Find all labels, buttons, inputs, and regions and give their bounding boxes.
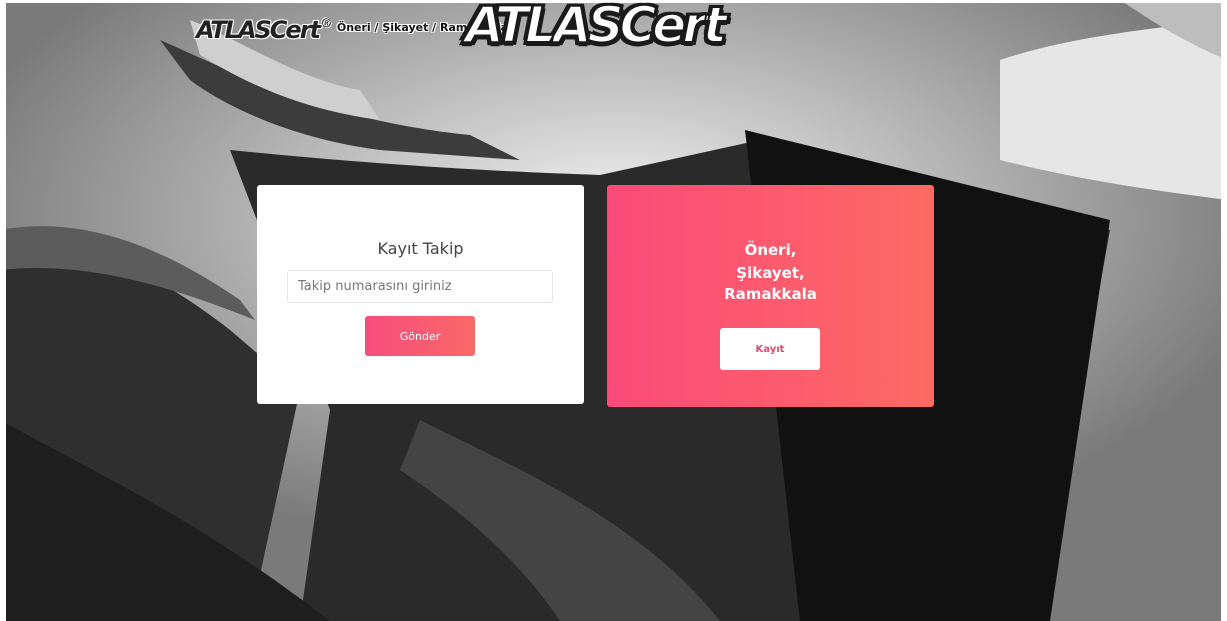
register-card-line-2: Şikayet, (736, 264, 805, 282)
registered-mark: ® (322, 16, 331, 30)
page: ATLASCert ® Öneri / Şikayet / Ramakkala … (0, 0, 1227, 621)
atlascert-logo[interactable]: ATLASCert (196, 18, 321, 42)
register-card-line-3: Ramakkala (724, 285, 817, 303)
atlascert-logo-large: ATLASCert (464, 0, 728, 54)
tracking-card-title: Kayıt Takip (377, 239, 464, 258)
header: ATLASCert ® Öneri / Şikayet / Ramakkala (196, 12, 508, 48)
register-card-line-1: Öneri, (744, 241, 797, 259)
send-button[interactable]: Gönder (365, 316, 475, 356)
tracking-card: Kayıt Takip Gönder (257, 185, 584, 404)
tracking-number-input[interactable] (287, 270, 553, 303)
register-card: Öneri, Şikayet, Ramakkala Kayıt (607, 185, 934, 407)
register-button[interactable]: Kayıt (720, 328, 820, 370)
